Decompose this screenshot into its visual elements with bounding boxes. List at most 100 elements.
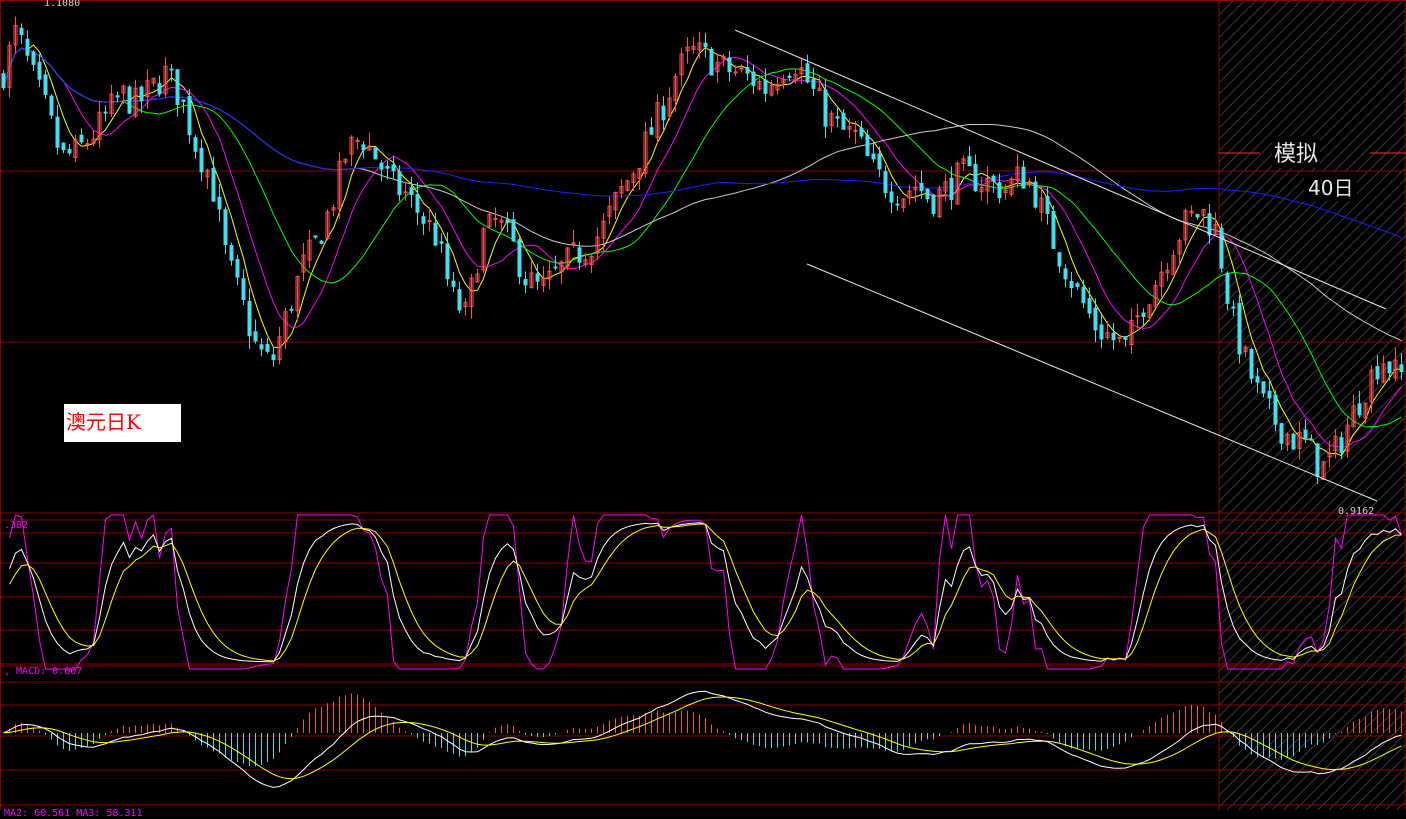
candle-body <box>1357 403 1362 416</box>
candle-body <box>373 147 378 160</box>
candle-body <box>49 95 54 116</box>
candle-body <box>823 89 828 127</box>
candle-body <box>1291 433 1296 450</box>
candle-body <box>259 344 264 350</box>
candle-body <box>1339 437 1344 453</box>
candle-body <box>379 162 384 170</box>
candle-body <box>577 247 582 263</box>
candle-body <box>1387 361 1392 374</box>
candle-body <box>505 219 510 223</box>
candle-body <box>949 177 954 201</box>
candle-body <box>421 216 426 224</box>
candle-body <box>61 142 66 151</box>
candle-body <box>223 209 228 246</box>
candle-body <box>1261 381 1266 394</box>
candle-body <box>445 243 450 280</box>
candle-body <box>991 175 996 182</box>
candle-body <box>967 156 972 167</box>
candle-body <box>1051 211 1056 249</box>
candle-body <box>787 75 792 78</box>
candle-body <box>85 143 90 146</box>
candle-body <box>877 153 882 170</box>
chart-title-box: 澳元日K <box>64 404 181 442</box>
simulation-area <box>1219 0 1406 810</box>
chart-background <box>0 0 1406 817</box>
candle-body <box>199 147 204 173</box>
candle-body <box>397 171 402 196</box>
price-high-label: 1.1080 <box>44 0 81 9</box>
candle-body <box>535 273 540 282</box>
candle-body <box>1057 252 1062 267</box>
candle-body <box>319 240 324 244</box>
candle-body <box>265 343 270 352</box>
candle-body <box>661 105 666 121</box>
candle-body <box>157 83 162 95</box>
candle-body <box>739 67 744 70</box>
candle-body <box>973 163 978 192</box>
candle-body <box>115 95 120 98</box>
candle-body <box>763 79 768 94</box>
candle-body <box>745 67 750 74</box>
candle-body <box>859 127 864 137</box>
candle-body <box>805 63 810 83</box>
candle-body <box>1231 306 1236 309</box>
candle-body <box>553 266 558 269</box>
candle-body <box>1195 213 1200 218</box>
candle-body <box>25 38 30 56</box>
candle-body <box>187 95 192 136</box>
candle-body <box>1303 429 1308 439</box>
candle-body <box>1087 298 1092 314</box>
candle-body <box>271 354 276 361</box>
candle-body <box>931 194 936 215</box>
candle-body <box>415 194 420 213</box>
candle-body <box>355 139 360 142</box>
candle-body <box>1081 286 1086 304</box>
candle-body <box>427 220 432 223</box>
candle-body <box>925 188 930 200</box>
candle-body <box>1069 281 1074 289</box>
candle-body <box>865 134 870 157</box>
candle-body <box>241 278 246 301</box>
candle-body <box>439 241 444 244</box>
candle-body <box>1141 312 1146 318</box>
candle-body <box>181 99 186 102</box>
candle-body <box>1255 376 1260 383</box>
candle-body <box>19 27 24 36</box>
candle-body <box>835 116 840 119</box>
candle-body <box>733 71 738 74</box>
candle-body <box>1063 268 1068 280</box>
candle-body <box>1 73 6 89</box>
candle-body <box>193 137 198 152</box>
candle-body <box>709 48 714 76</box>
candle-body <box>229 245 234 261</box>
macd-value-label: , MACD: 0.007 <box>4 666 83 677</box>
candle-body <box>523 279 528 286</box>
candle-body <box>1309 438 1314 441</box>
candle-body <box>1021 166 1026 189</box>
candle-body <box>217 196 222 210</box>
candle-body <box>841 112 846 130</box>
candle-body <box>751 71 756 86</box>
candle-body <box>1219 227 1224 269</box>
candle-body <box>1237 303 1242 355</box>
candle-body <box>649 127 654 135</box>
candle-body <box>895 203 900 206</box>
candle-body <box>1099 324 1104 340</box>
candle-body <box>37 61 42 80</box>
candle-body <box>433 222 438 246</box>
candle-body <box>1249 348 1254 379</box>
candle-body <box>451 280 456 287</box>
candle-body <box>103 111 108 114</box>
candle-body <box>1279 423 1284 444</box>
candle-body <box>811 78 816 89</box>
candle-body <box>67 149 72 154</box>
candle-body <box>55 116 60 148</box>
candle-body <box>1315 443 1320 477</box>
candle-body <box>883 171 888 194</box>
candle-body <box>727 57 732 73</box>
candle-body <box>385 165 390 169</box>
candle-body <box>175 69 180 105</box>
candle-body <box>1093 307 1098 331</box>
chart-title: 澳元日K <box>66 410 141 434</box>
candle-body <box>997 182 1002 199</box>
